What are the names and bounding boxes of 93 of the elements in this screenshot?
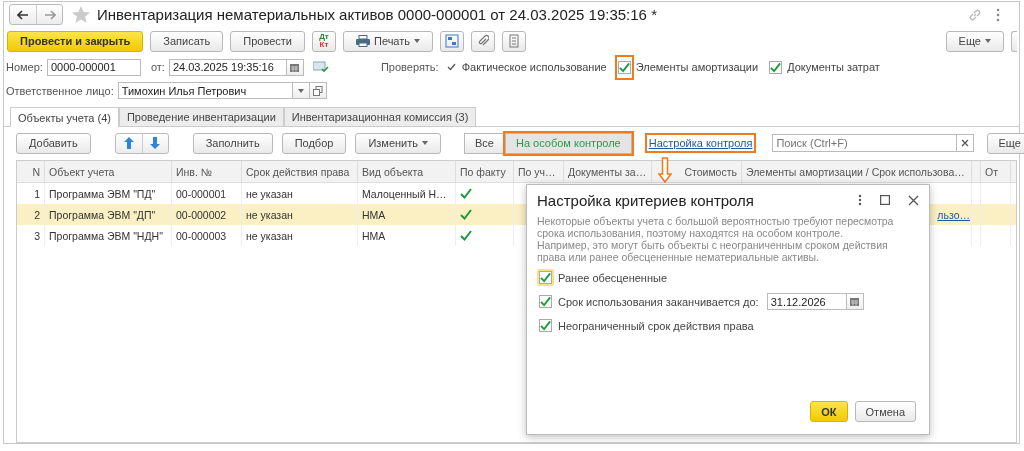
more-icon[interactable] [858, 194, 862, 206]
list-icon [509, 34, 520, 48]
row-number: 2 [34, 208, 40, 221]
structure-icon [445, 34, 460, 48]
up-arrow-icon [123, 137, 134, 149]
journal-button[interactable]: Дт Кт [312, 30, 336, 52]
checkbox[interactable] [539, 295, 552, 308]
search-field[interactable]: Поиск (Ctrl+F) [772, 134, 957, 152]
column-header[interactable]: Вид объекта [358, 161, 456, 182]
check-label: Документы затрат [787, 61, 880, 73]
column-header[interactable]: Срок действия права [242, 161, 358, 182]
table-cell: 00-000002 [176, 208, 227, 221]
more-button[interactable]: Еще [945, 30, 1004, 52]
calendar-icon [850, 297, 860, 306]
down-arrow-icon [150, 137, 161, 149]
column-header[interactable]: N [17, 161, 45, 182]
print-button[interactable]: Печать [343, 30, 434, 52]
tab[interactable]: Инвентаризационная комиссия (3) [283, 107, 477, 126]
attach-button[interactable] [471, 30, 496, 52]
open-icon [312, 85, 323, 96]
column-header[interactable]: По факту [456, 161, 514, 182]
number-field[interactable]: 0000-000001 [46, 58, 141, 76]
responsible-field[interactable]: Тимохин Илья Петрович [117, 82, 293, 99]
column-header[interactable]: Объект учета [45, 161, 172, 182]
close-icon [961, 139, 970, 147]
responsible-label: Ответственное лицо: [6, 84, 114, 97]
printer-icon [356, 35, 370, 47]
date-field[interactable]: 31.12.2026 [766, 293, 847, 310]
add-button[interactable]: Добавить [16, 132, 91, 154]
window-title: Инвентаризация нематериальных активов 0000-000001 от 24.03.2025 19:35:16 * [97, 6, 658, 23]
row-number: 1 [34, 187, 40, 200]
caret-icon [297, 88, 304, 93]
table-cell: Программа ЭВМ "НДН" [49, 229, 163, 242]
date-field[interactable]: 24.03.2025 19:35:16 [168, 58, 287, 76]
verify-label: Проверять: [380, 61, 439, 73]
close-icon[interactable] [908, 194, 919, 206]
fill-button[interactable]: Заполнить [192, 132, 273, 154]
table-cell: Малоценный Н… [362, 187, 447, 200]
cell-link[interactable]: льзо… [937, 208, 970, 221]
row-number: 3 [34, 229, 40, 242]
tab[interactable]: Объекты учета (4) [10, 107, 119, 127]
filter-button[interactable]: Все [464, 132, 505, 154]
table-cell: Программа ЭВМ "ДП" [49, 208, 156, 221]
star-icon[interactable] [71, 5, 91, 24]
table-cell: Программа ЭВМ "ПД" [49, 187, 156, 200]
date-label: от: [150, 61, 165, 73]
option-label: Срок использования заканчивается до: [558, 295, 759, 308]
table-cell: НМА [362, 208, 386, 221]
posted-icon [312, 61, 329, 73]
table-cell: не указан [246, 187, 293, 200]
more-icon[interactable] [996, 7, 1000, 22]
maximize-icon[interactable] [880, 195, 890, 205]
table-cell: НМА [362, 229, 386, 242]
checkbox[interactable] [769, 60, 783, 74]
toolbar-button[interactable]: Записать [150, 30, 224, 52]
change-button[interactable]: Изменить [355, 132, 441, 154]
option-label: Неограниченный срок действия права [558, 319, 754, 332]
table-cell: 00-000001 [176, 187, 227, 200]
paperclip-icon [477, 34, 490, 48]
settings-link[interactable]: Настройка контроля [646, 135, 755, 151]
calendar-icon [290, 62, 300, 72]
forward-arrow-icon [43, 9, 56, 20]
column-header[interactable]: Документы за… [564, 161, 652, 182]
more-button[interactable]: Еще [987, 132, 1024, 154]
post-and-close-button[interactable]: Провести и закрыть [7, 30, 144, 52]
tab[interactable]: Проведение инвентаризации [118, 107, 284, 126]
caret-icon [414, 39, 421, 43]
dialog-text: Например, это могут быть объекты с неограниченным сроком действия права или ранее обесцененные нематериальные активы. [537, 239, 889, 263]
cancel-button[interactable]: Отмена [854, 401, 916, 422]
column-header[interactable]: От [981, 161, 1011, 182]
ok-button[interactable]: ОК [810, 401, 848, 422]
list-button[interactable] [502, 30, 527, 52]
pick-button[interactable]: Подбор [281, 132, 347, 154]
table-cell: не указан [246, 229, 293, 242]
table-cell: 00-000003 [176, 229, 227, 242]
checkbox[interactable] [617, 60, 631, 74]
check-label: Фактическое использование [461, 61, 607, 73]
clear-button[interactable] [956, 134, 975, 152]
toolbar-button[interactable]: Провести [230, 30, 305, 52]
column-header[interactable]: Инв. № [172, 161, 242, 182]
check-label: Элементы амортизации [635, 61, 759, 73]
number-label: Номер: [6, 61, 43, 73]
caret-icon [422, 141, 428, 145]
back-arrow-icon [17, 9, 29, 20]
column-header[interactable]: Элементы амортизации / Срок использова… [742, 161, 972, 182]
caret-icon [985, 39, 991, 43]
option-label: Ранее обесцененные [558, 271, 668, 284]
checkbox[interactable] [539, 319, 552, 332]
table-cell: не указан [246, 208, 293, 221]
column-header[interactable]: По уч… [514, 161, 564, 182]
structure-button[interactable] [440, 30, 465, 52]
help-button[interactable] [1011, 30, 1017, 52]
link-icon[interactable] [968, 7, 982, 22]
